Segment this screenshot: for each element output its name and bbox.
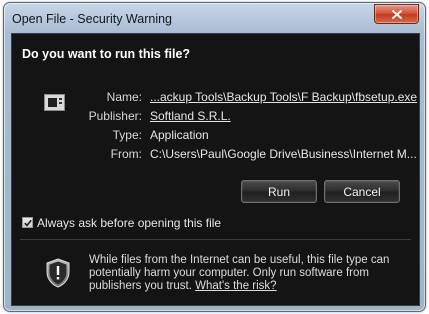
type-row: Type: Application — [12, 128, 419, 144]
from-row: From: C:\Users\Paul\Google Drive\Busines… — [12, 147, 419, 163]
name-row: Name: ...ackup Tools\Backup Tools\F Back… — [12, 90, 419, 106]
warning-message: While files from the Internet can be use… — [89, 254, 404, 293]
type-value: Application — [150, 128, 209, 142]
from-label: From: — [110, 147, 142, 161]
whats-the-risk-link[interactable]: What's the risk? — [195, 280, 276, 292]
run-button[interactable]: Run — [241, 180, 317, 203]
publisher-link[interactable]: Softland S.R.L. — [150, 109, 231, 123]
close-button[interactable] — [374, 4, 419, 24]
always-ask-label[interactable]: Always ask before opening this file — [37, 216, 221, 230]
dialog-heading: Do you want to run this file? — [22, 47, 191, 61]
publisher-row: Publisher: Softland S.R.L. — [12, 109, 419, 125]
checkmark-icon — [24, 219, 32, 227]
always-ask-checkbox[interactable] — [22, 217, 33, 228]
publisher-label: Publisher: — [88, 109, 142, 123]
from-value: C:\Users\Paul\Google Drive\Business\Inte… — [150, 147, 417, 161]
divider — [20, 239, 411, 240]
name-label: Name: — [106, 90, 142, 104]
dialog-body: Do you want to run this file? Name: ...a… — [11, 33, 420, 306]
type-label: Type: — [112, 128, 142, 142]
name-link[interactable]: ...ackup Tools\Backup Tools\F Backup\fbs… — [150, 90, 417, 104]
security-warning-window: Open File - Security Warning Do you want… — [3, 2, 426, 312]
window-title: Open File - Security Warning — [12, 12, 173, 26]
cancel-button[interactable]: Cancel — [324, 180, 400, 203]
security-shield-icon — [46, 258, 70, 288]
close-icon — [391, 9, 402, 19]
title-bar[interactable]: Open File - Security Warning — [4, 3, 425, 34]
